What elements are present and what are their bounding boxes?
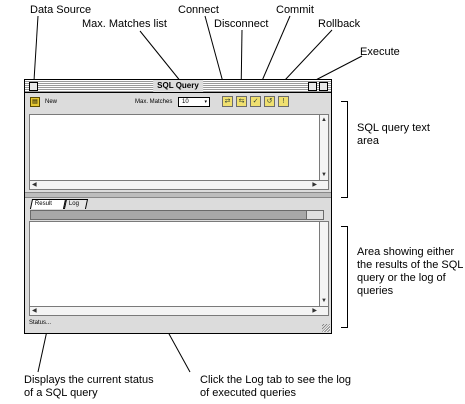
bracket-results-area [341,226,348,328]
max-matches-value: 10 [182,99,189,105]
max-matches-label: Max. Matches [135,99,173,105]
callout-sql-area: SQL query text area [357,122,430,147]
max-matches-select[interactable]: 10 ▾ [178,97,210,107]
data-source-label: New [45,99,58,105]
callout-results-area: Area showing either the results of the S… [357,246,463,297]
execute-icon[interactable]: ! [278,96,289,107]
results-horizontal-scrollbar[interactable]: ◀ ▶ [30,306,328,315]
database-icon[interactable]: ▤ [30,97,40,107]
scroll-up-icon[interactable]: ▲ [321,117,327,123]
tab-log[interactable]: Log [63,199,89,209]
sql-vertical-scrollbar[interactable]: ▲ ▼ [319,115,328,180]
connect-icon[interactable]: ⇄ [222,96,233,107]
scroll-down-icon[interactable]: ▼ [321,298,327,304]
scroll-down-icon[interactable]: ▼ [321,172,327,178]
status-text: Status... [29,320,52,326]
callout-execute: Execute [360,46,400,58]
scroll-left-icon[interactable]: ◀ [32,182,37,188]
result-header-end [306,211,323,219]
rollback-icon[interactable]: ↺ [264,96,275,107]
callout-log-tab: Click the Log tab to see the log of exec… [200,374,352,399]
toolbar: ▤ New Max. Matches 10 ▾ ⇄ ⇆ ✓ ↺ ! [25,93,331,111]
sql-query-window: SQL Query ▤ New Max. Matches 10 ▾ ⇄ ⇆ ✓ … [24,79,332,334]
zoom-box[interactable] [308,82,317,91]
scroll-right-icon[interactable]: ▶ [312,182,317,188]
scroll-right-icon[interactable]: ▶ [312,308,317,314]
callout-data-source: Data Source [30,4,92,16]
callout-max-matches: Max. Matches list [82,18,167,30]
bracket-sql-area [341,101,348,198]
callout-status: Displays the current status of a SQL que… [24,374,154,399]
callout-disconnect: Disconnect [214,18,269,30]
pane-splitter[interactable] [25,192,331,198]
results-area[interactable]: ▼ ◀ ▶ [29,221,329,316]
title-bar[interactable]: SQL Query [25,80,331,93]
sql-horizontal-scrollbar[interactable]: ◀ ▶ [30,180,328,189]
sql-query-text-area[interactable]: ▲ ▼ ◀ ▶ [29,114,329,190]
callout-commit: Commit [276,4,314,16]
result-column-header [30,210,324,220]
collapse-box[interactable] [319,82,328,91]
disconnect-icon[interactable]: ⇆ [236,96,247,107]
commit-icon[interactable]: ✓ [250,96,261,107]
tab-result[interactable]: Result [29,199,67,209]
results-vertical-scrollbar[interactable]: ▼ [319,222,328,306]
resize-handle-icon[interactable] [322,324,330,332]
callout-connect: Connect [178,4,219,16]
chevron-down-icon: ▾ [204,99,207,105]
scroll-left-icon[interactable]: ◀ [32,308,37,314]
window-title: SQL Query [153,80,203,92]
callout-rollback: Rollback [318,18,361,30]
close-box[interactable] [29,82,38,91]
